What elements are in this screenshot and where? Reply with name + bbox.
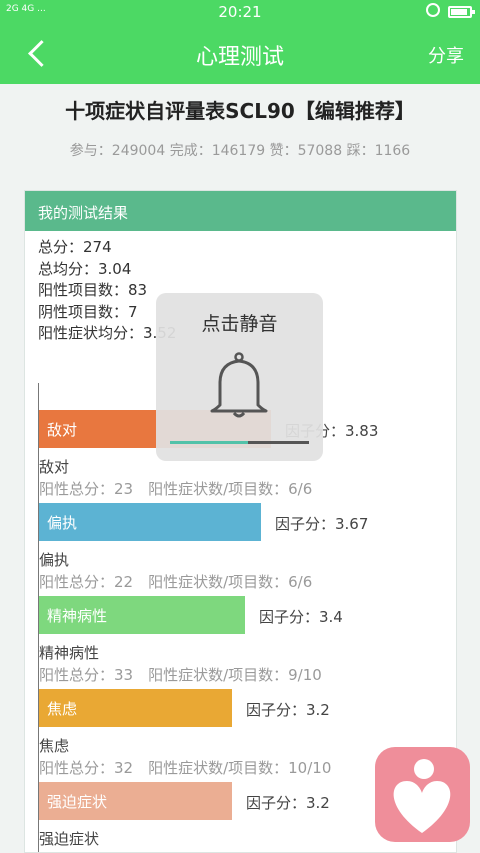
status-bar: 2G 4G ... 20:21 (0, 0, 480, 24)
factor-detail: 阳性总分：23 阳性症状数/项目数：6/6 (39, 480, 313, 498)
app-bar: 心理测试 分享 (0, 24, 480, 84)
factor-name: 精神病性 (39, 644, 100, 662)
factor-bar: 强迫症状 (39, 782, 232, 820)
factor-detail: 阳性总分：22 阳性症状数/项目数：6/6 (39, 573, 313, 591)
factor-name: 强迫症状 (39, 830, 100, 848)
factor-bar: 焦虑 (39, 689, 232, 727)
summary-total-score: 总分：274 (38, 238, 112, 256)
factor-name: 偏执 (39, 551, 70, 569)
volume-progress (170, 441, 309, 444)
mute-toast[interactable]: 点击静音 (156, 293, 323, 461)
factor-score: 因子分：3.4 (259, 608, 343, 626)
battery-icon (448, 6, 475, 18)
page-title: 十项症状自评量表SCL90【编辑推荐】 (65, 99, 415, 123)
mute-toast-title: 点击静音 (201, 313, 278, 335)
factor-score: 因子分：3.67 (275, 515, 369, 533)
factor-name: 焦虑 (39, 737, 70, 755)
heart-person-icon (393, 759, 451, 833)
factor-bar: 偏执 (39, 503, 261, 541)
bell-icon (210, 352, 268, 418)
app-title: 心理测试 (195, 45, 284, 70)
test-stats: 参与：249004 完成：146179 赞：57088 踩：1166 (69, 143, 411, 159)
volume-progress-fill (170, 441, 248, 444)
factor-name: 敌对 (39, 458, 70, 476)
share-button[interactable]: 分享 (428, 42, 464, 68)
floating-app-icon[interactable] (375, 747, 470, 842)
result-card-header: 我的测试结果 (25, 191, 456, 231)
factor-score: 因子分：3.2 (246, 701, 330, 719)
factor-detail: 阳性总分：33 阳性症状数/项目数：9/10 (39, 666, 322, 684)
status-time: 20:21 (218, 3, 262, 21)
factor-score: 因子分：3.2 (246, 794, 330, 812)
factor-bar: 精神病性 (39, 596, 245, 634)
alarm-icon (426, 3, 440, 17)
summary-average-score: 总均分：3.04 (38, 259, 132, 278)
factor-detail: 阳性总分：32 阳性症状数/项目数：10/10 (39, 759, 332, 777)
